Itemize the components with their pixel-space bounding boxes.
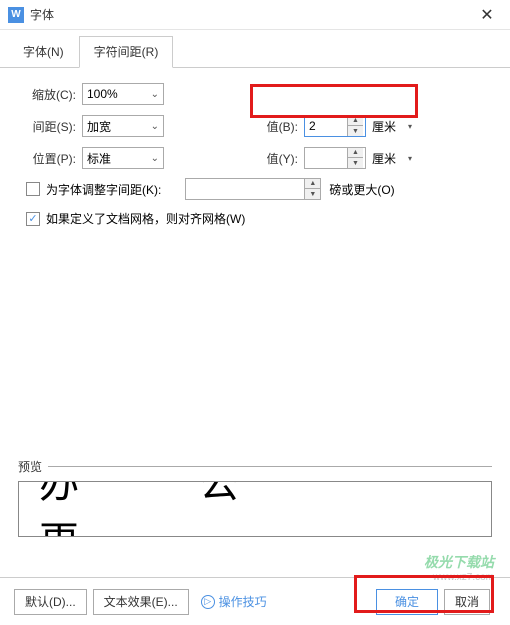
chevron-down-icon: ▾	[408, 154, 412, 163]
position-value-input[interactable]: ▲▼	[304, 147, 366, 169]
preview-label: 预览	[18, 458, 42, 475]
spacing-value-label: 值(B):	[256, 118, 298, 135]
default-button[interactable]: 默认(D)...	[14, 589, 87, 615]
spinner[interactable]: ▲▼	[347, 148, 363, 168]
text-effects-button[interactable]: 文本效果(E)...	[93, 589, 189, 615]
spacing-unit-select[interactable]: 厘米 ▾	[370, 115, 414, 137]
spacing-value-input[interactable]: ▲▼	[304, 115, 366, 137]
spacing-label: 间距(S):	[18, 118, 76, 135]
cancel-button[interactable]: 取消	[444, 589, 490, 615]
close-icon[interactable]: ✕	[472, 0, 502, 30]
play-icon: ▷	[201, 595, 215, 609]
position-label: 位置(P):	[18, 150, 76, 167]
spin-down-icon: ▼	[348, 158, 363, 168]
tab-font[interactable]: 字体(N)	[8, 36, 79, 67]
kerning-input[interactable]: ▲▼	[185, 178, 321, 200]
preview-box: 办公更	[18, 481, 492, 537]
scale-label: 缩放(C):	[18, 86, 76, 103]
preview-text: 办公更	[39, 481, 471, 537]
spin-down-icon: ▼	[348, 126, 363, 136]
tips-link[interactable]: ▷ 操作技巧	[201, 593, 267, 610]
position-select[interactable]: 标准 ⌄	[82, 147, 164, 169]
snapgrid-label: 如果定义了文档网格，则对齐网格(W)	[46, 210, 245, 227]
spin-down-icon: ▼	[305, 189, 320, 199]
scale-select[interactable]: 100% ⌄	[82, 83, 164, 105]
spacing-select[interactable]: 加宽 ⌄	[82, 115, 164, 137]
tab-char-spacing[interactable]: 字符间距(R)	[79, 36, 174, 68]
chevron-down-icon: ⌄	[151, 121, 159, 132]
spinner[interactable]: ▲▼	[347, 116, 363, 136]
kerning-label: 为字体调整字间距(K):	[46, 181, 161, 198]
position-unit-select[interactable]: 厘米 ▾	[370, 147, 414, 169]
chevron-down-icon: ⌄	[151, 153, 159, 164]
chevron-down-icon: ⌄	[151, 89, 159, 100]
kerning-checkbox[interactable]	[26, 182, 40, 196]
spin-up-icon: ▲	[348, 148, 363, 158]
chevron-down-icon: ▾	[408, 122, 412, 131]
spinner[interactable]: ▲▼	[304, 179, 320, 199]
snapgrid-checkbox[interactable]	[26, 212, 40, 226]
position-value-label: 值(Y):	[256, 150, 298, 167]
app-icon: W	[8, 7, 24, 23]
ok-button[interactable]: 确定	[376, 589, 438, 615]
divider	[48, 466, 492, 467]
spin-up-icon: ▲	[305, 179, 320, 189]
kerning-unit-label: 磅或更大(O)	[329, 181, 394, 198]
spin-up-icon: ▲	[348, 116, 363, 126]
window-title: 字体	[30, 6, 472, 23]
